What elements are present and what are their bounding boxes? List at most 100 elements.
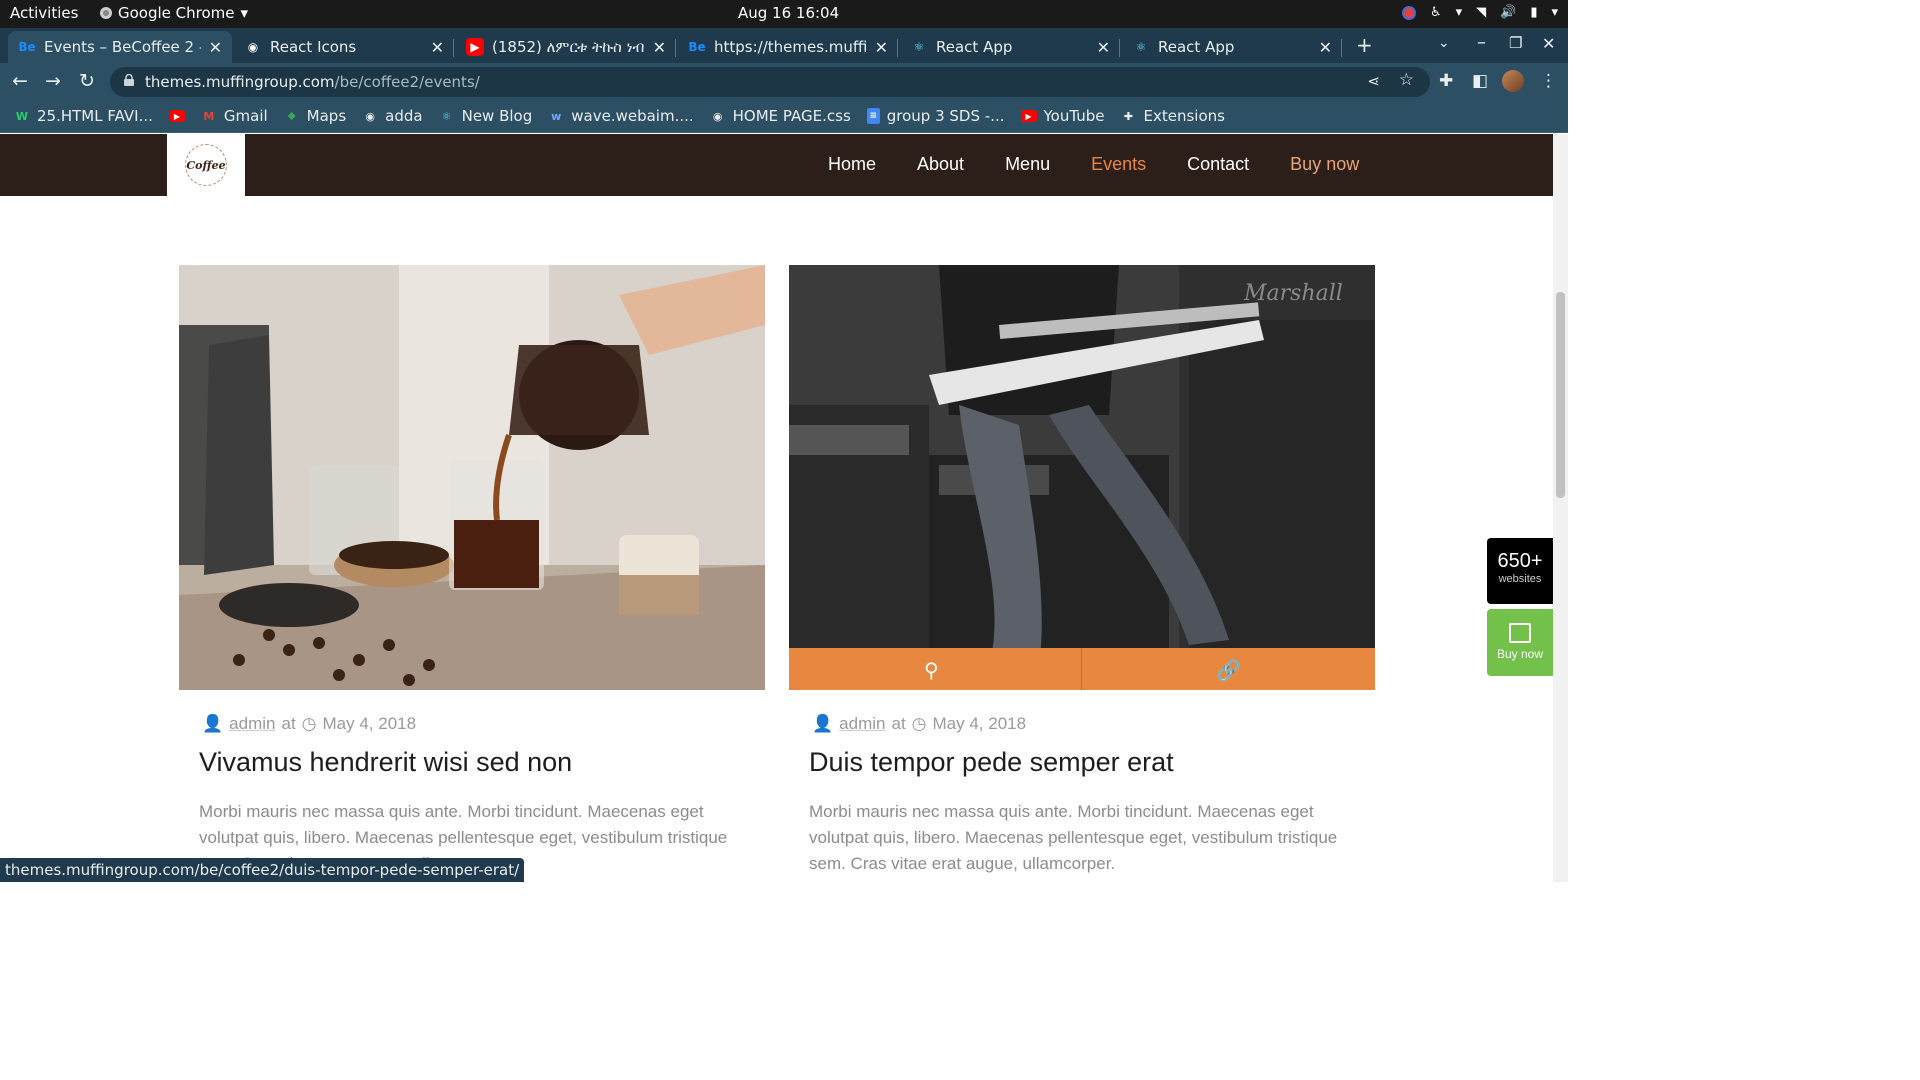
tab-youtube[interactable]: ▶ (1852) ለምርቱ ትኩስ ነብርት ✕: [456, 31, 676, 63]
post-author-link[interactable]: admin: [839, 714, 885, 734]
hover-bar-divider: [1081, 648, 1082, 690]
tab-react-icons[interactable]: ◉ React Icons ✕: [234, 31, 454, 63]
side-panel-icon[interactable]: ◧: [1472, 71, 1488, 91]
bookmark-gmail[interactable]: M Gmail: [201, 107, 267, 125]
web-page: Coffee Home About Menu Events Contact Bu…: [0, 134, 1553, 882]
minimize-icon[interactable]: –: [1477, 32, 1486, 53]
menu-item-buy-now[interactable]: Buy now: [1290, 154, 1359, 175]
bookmark-label: YouTube: [1043, 107, 1105, 125]
tab-separator: [675, 39, 676, 57]
user-icon: 👤: [812, 714, 834, 733]
coffee-pour-photo: [179, 265, 765, 690]
browser-toolbar: ← → ↻ themes.muffingroup.com/be/coffee2/…: [0, 63, 1568, 100]
buy-now-label: Buy now: [1496, 647, 1544, 661]
menu-item-contact[interactable]: Contact: [1187, 154, 1249, 175]
buy-now-badge[interactable]: Buy now: [1487, 609, 1553, 676]
bookmark-label: HOME PAGE.css: [732, 107, 851, 125]
post-image-guitar[interactable]: Marshall ⚲ 🔗: [789, 265, 1375, 690]
page-scrollbar[interactable]: [1553, 134, 1568, 882]
url-text: themes.muffingroup.com/be/coffee2/events…: [145, 73, 480, 91]
tab-events-becoffee[interactable]: Be Events – BeCoffee 2 – I ✕: [8, 31, 232, 63]
bookmark-adda[interactable]: ◉ adda: [362, 107, 422, 125]
bookmark-new-blog[interactable]: ⚛ New Blog: [439, 107, 533, 125]
main-menu: Home About Menu Events Contact Buy now: [828, 154, 1359, 175]
profile-avatar[interactable]: [1502, 70, 1524, 92]
close-tab-icon[interactable]: ✕: [1097, 38, 1110, 57]
scrollbar-thumb[interactable]: [1556, 292, 1565, 498]
tab-react-app-1[interactable]: ⚛ React App ✕: [900, 31, 1120, 63]
tab-search-icon[interactable]: ⌄: [1438, 35, 1450, 51]
close-tab-icon[interactable]: ✕: [1319, 38, 1332, 57]
close-window-icon[interactable]: ✕: [1542, 34, 1555, 53]
gmail-icon: M: [203, 109, 215, 123]
post-excerpt: Morbi mauris nec massa quis ante. Morbi …: [809, 802, 1338, 873]
clock[interactable]: Aug 16 16:04: [738, 4, 839, 22]
websites-count-badge[interactable]: 650+ websites: [1487, 538, 1553, 604]
bookmarks-bar: W 25.HTML FAVI... ▶ M Gmail ⬥ Maps ◉ adda ⚛ N…: [0, 100, 1568, 133]
menu-item-menu[interactable]: Menu: [1005, 154, 1050, 175]
forward-icon[interactable]: →: [45, 70, 61, 92]
post-image-coffee[interactable]: [179, 265, 765, 690]
menu-item-about[interactable]: About: [917, 154, 964, 175]
address-bar[interactable]: themes.muffingroup.com/be/coffee2/events…: [110, 67, 1430, 97]
coffee-logo-mark: Coffee: [185, 144, 227, 186]
post-meta: 👤 admin at ◷ May 4, 2018: [812, 714, 1026, 734]
menu-item-home[interactable]: Home: [828, 154, 876, 175]
share-icon[interactable]: ⋖: [1367, 72, 1380, 90]
post-meta: 👤 admin at ◷ May 4, 2018: [202, 714, 416, 734]
chrome-icon: [100, 7, 112, 19]
activities-button[interactable]: Activities: [10, 4, 78, 22]
bookmark-label: Maps: [306, 107, 347, 125]
react-icon: ⚛: [441, 109, 452, 123]
accessibility-icon: ♿: [1429, 5, 1442, 20]
extensions-icon[interactable]: ✚: [1439, 71, 1453, 91]
tab-separator: [453, 39, 454, 57]
bookmark-star-icon[interactable]: ☆: [1399, 70, 1414, 90]
bookmark-maps[interactable]: ⬥ Maps: [284, 107, 346, 125]
menu-item-events[interactable]: Events: [1091, 154, 1146, 175]
reload-icon[interactable]: ↻: [79, 70, 95, 92]
close-tab-icon[interactable]: ✕: [209, 38, 222, 57]
puzzle-icon: ✚: [1123, 109, 1134, 123]
tab-themes-muffin[interactable]: Be https://themes.muffin ✕: [678, 31, 898, 63]
site-logo[interactable]: Coffee: [167, 134, 245, 196]
badge-count: 650+: [1497, 550, 1543, 572]
post-title-link[interactable]: Vivamus hendrerit wisi sed non: [199, 747, 572, 778]
wifi-icon: ◥: [1476, 5, 1487, 20]
react-icon: ⚛: [1135, 40, 1147, 54]
new-tab-icon[interactable]: +: [1356, 33, 1373, 57]
bookmark-home-page-css[interactable]: ◉ HOME PAGE.css: [710, 107, 851, 125]
post-title-link[interactable]: Duis tempor pede semper erat: [809, 747, 1174, 778]
screen-record-icon: [1401, 5, 1416, 20]
bookmark-label: group 3 SDS -...: [886, 107, 1005, 125]
bookmark-html-favicon[interactable]: W 25.HTML FAVI...: [14, 107, 153, 125]
tab-react-app-2[interactable]: ⚛ React App ✕: [1122, 31, 1342, 63]
close-tab-icon[interactable]: ✕: [875, 38, 888, 57]
system-tray[interactable]: ♿ ▾ ◥ 🔊 ▮ ▾: [1401, 5, 1558, 20]
badge-label: websites: [1498, 573, 1542, 585]
bookmark-wave[interactable]: w wave.webaim....: [548, 107, 694, 125]
close-tab-icon[interactable]: ✕: [653, 38, 666, 57]
user-icon: 👤: [202, 714, 224, 733]
youtube-icon: ▶: [168, 110, 185, 122]
close-tab-icon[interactable]: ✕: [431, 38, 444, 57]
bookmark-label: 25.HTML FAVI...: [37, 107, 153, 125]
svg-text:Marshall: Marshall: [1243, 281, 1343, 306]
behance-icon: Be: [688, 40, 706, 54]
caret-down-icon: ▾: [1455, 5, 1463, 20]
bookmark-group-3-sds[interactable]: ≡ group 3 SDS -...: [866, 107, 1005, 125]
restore-icon[interactable]: ❐: [1509, 34, 1522, 52]
zoom-search-icon[interactable]: ⚲: [924, 658, 939, 682]
globe-icon: ◉: [247, 40, 259, 54]
back-icon[interactable]: ←: [12, 70, 28, 92]
link-icon[interactable]: 🔗: [1216, 658, 1241, 682]
bookmark-youtube-video[interactable]: ▶: [168, 110, 185, 122]
url-host: themes.muffingroup.com: [145, 73, 335, 91]
kebab-menu-icon[interactable]: ⋮: [1540, 71, 1557, 91]
post-date: May 4, 2018: [932, 714, 1027, 733]
post-author-link[interactable]: admin: [229, 714, 275, 734]
w-icon: W: [15, 109, 29, 123]
bookmark-youtube[interactable]: ▶ YouTube: [1020, 107, 1105, 125]
app-menu[interactable]: Google Chrome ▾: [100, 4, 248, 22]
bookmark-extensions[interactable]: ✚ Extensions: [1121, 107, 1225, 125]
